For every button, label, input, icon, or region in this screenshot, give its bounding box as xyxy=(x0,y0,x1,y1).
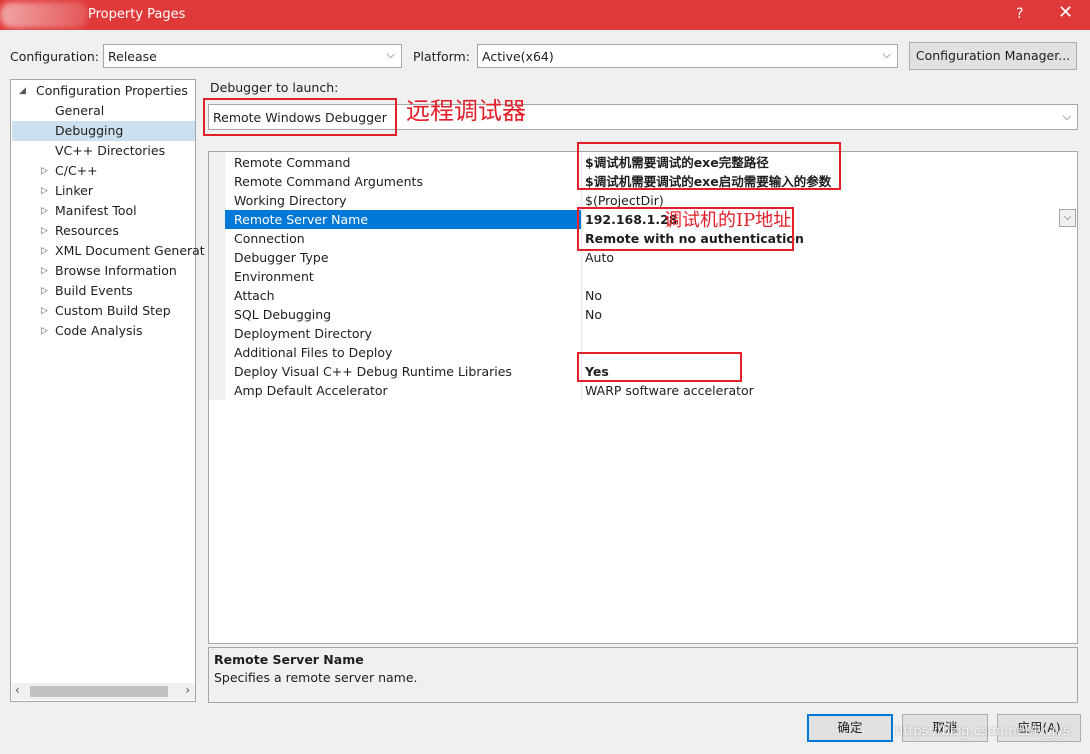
property-row[interactable]: Connection Remote with no authentication xyxy=(225,229,1077,248)
window-title: Property Pages xyxy=(88,7,186,22)
close-button[interactable]: ✕ xyxy=(1058,2,1073,23)
platform-label: Platform: xyxy=(413,49,470,64)
configuration-value: Release xyxy=(108,49,157,64)
property-value[interactable]: Yes xyxy=(585,362,609,381)
expand-triangle-icon[interactable]: ▷ xyxy=(41,161,48,181)
tree-item-label: Resources xyxy=(55,223,119,238)
property-value[interactable]: $调试机需要调试的exe启动需要输入的参数 xyxy=(585,172,831,191)
title-bar: Property Pages ? ✕ xyxy=(0,0,1090,30)
property-tree[interactable]: ◢ Configuration Properties General Debugg… xyxy=(10,79,205,702)
tree-item-label: Code Analysis xyxy=(55,323,143,338)
property-row[interactable]: Remote Server Name 192.168.1.28 xyxy=(225,210,1077,229)
expand-triangle-icon[interactable]: ▷ xyxy=(41,201,48,221)
property-row[interactable]: SQL Debugging No xyxy=(225,305,1077,324)
expand-triangle-icon[interactable]: ▷ xyxy=(41,241,48,261)
scroll-left-icon[interactable]: ‹ xyxy=(15,683,20,697)
scrollbar-thumb[interactable] xyxy=(30,686,168,697)
tree-item-label: Browse Information xyxy=(55,263,177,278)
expand-triangle-icon[interactable]: ▷ xyxy=(41,221,48,241)
property-name: Attach xyxy=(234,288,275,303)
property-name: Additional Files to Deploy xyxy=(234,345,393,360)
property-name: SQL Debugging xyxy=(234,307,332,322)
scroll-right-icon[interactable]: › xyxy=(185,683,190,697)
description-text: Specifies a remote server name. xyxy=(214,670,418,685)
property-name: Remote Server Name xyxy=(234,212,369,227)
property-name: Connection xyxy=(234,231,305,246)
property-value[interactable]: $调试机需要调试的exe完整路径 xyxy=(585,153,769,172)
property-name: Working Directory xyxy=(234,193,347,208)
app-icon xyxy=(0,2,88,28)
property-row[interactable]: Attach No xyxy=(225,286,1077,305)
description-title: Remote Server Name xyxy=(214,652,364,667)
property-row[interactable]: Deployment Directory xyxy=(225,324,1077,343)
property-row[interactable]: Additional Files to Deploy xyxy=(225,343,1077,362)
tree-item-label: C/C++ xyxy=(55,163,98,178)
tree-item-label: XML Document Generat xyxy=(55,243,205,258)
tree-horizontal-scrollbar[interactable]: ‹ › xyxy=(12,683,195,700)
property-row[interactable]: Environment xyxy=(225,267,1077,286)
property-grid[interactable]: Remote Command $调试机需要调试的exe完整路径 Remote Com… xyxy=(208,151,1078,644)
property-name: Remote Command Arguments xyxy=(234,174,423,189)
property-name: Environment xyxy=(234,269,314,284)
property-name: Deployment Directory xyxy=(234,326,373,341)
property-value[interactable]: $(ProjectDir) xyxy=(585,191,664,210)
property-value[interactable]: No xyxy=(585,305,602,324)
ok-button[interactable]: 确定 xyxy=(807,714,893,742)
watermark: https://blog.csdn.net/lv_jys xyxy=(895,724,1070,739)
chevron-down-icon: ⌵ xyxy=(882,48,891,61)
platform-value: Active(x64) xyxy=(482,49,554,64)
property-value[interactable]: Auto xyxy=(585,248,614,267)
property-row[interactable]: Remote Command Arguments $调试机需要调试的exe启动需要… xyxy=(225,172,1077,191)
help-button[interactable]: ? xyxy=(1016,6,1023,22)
property-name: Amp Default Accelerator xyxy=(234,383,388,398)
chevron-down-icon: ⌵ xyxy=(386,48,395,61)
property-value[interactable]: No xyxy=(585,286,602,305)
description-panel: Remote Server Name Specifies a remote se… xyxy=(208,647,1078,703)
property-name: Deploy Visual C++ Debug Runtime Librarie… xyxy=(234,364,512,379)
property-name: Debugger Type xyxy=(234,250,329,265)
tree-item-label: Manifest Tool xyxy=(55,203,137,218)
property-row[interactable]: Working Directory $(ProjectDir) xyxy=(225,191,1077,210)
expand-triangle-icon[interactable]: ▷ xyxy=(41,181,48,201)
tree-item-label: Debugging xyxy=(55,123,124,138)
property-name: Remote Command xyxy=(234,155,351,170)
expand-triangle-icon[interactable]: ▷ xyxy=(41,321,48,341)
expand-triangle-icon[interactable]: ▷ xyxy=(41,261,48,281)
debugger-dropdown[interactable]: Remote Windows Debugger ⌵ xyxy=(208,104,1078,130)
tree-root-label: Configuration Properties xyxy=(36,83,188,98)
expanded-triangle-icon[interactable]: ◢ xyxy=(19,81,26,101)
tree-item-label: Custom Build Step xyxy=(55,303,171,318)
debugger-value: Remote Windows Debugger xyxy=(213,110,387,125)
expand-triangle-icon[interactable]: ▷ xyxy=(41,281,48,301)
configuration-dropdown[interactable]: Release ⌵ xyxy=(103,44,402,68)
chevron-down-icon: ⌵ xyxy=(1062,110,1071,123)
tree-item-label: VC++ Directories xyxy=(55,143,166,158)
configuration-manager-button[interactable]: Configuration Manager... xyxy=(909,42,1077,70)
tree-item-label: Build Events xyxy=(55,283,133,298)
annotation-ip-address: 调试机的IP地址 xyxy=(664,210,792,231)
property-row[interactable]: Amp Default Accelerator WARP software acc… xyxy=(225,381,1077,400)
debugger-launch-label: Debugger to launch: xyxy=(210,80,339,95)
value-dropdown-button[interactable]: ⌵ xyxy=(1059,209,1076,227)
platform-dropdown[interactable]: Active(x64) ⌵ xyxy=(477,44,898,68)
property-row[interactable]: Remote Command $调试机需要调试的exe完整路径 xyxy=(225,153,1077,172)
tree-item-label: General xyxy=(55,103,105,118)
tree-item-label: Linker xyxy=(55,183,93,198)
grid-gutter xyxy=(209,152,225,400)
expand-triangle-icon[interactable]: ▷ xyxy=(41,301,48,321)
property-value[interactable]: WARP software accelerator xyxy=(585,381,754,400)
property-row[interactable]: Debugger Type Auto xyxy=(225,248,1077,267)
property-row[interactable]: Deploy Visual C++ Debug Runtime Librarie… xyxy=(225,362,1077,381)
configuration-label: Configuration: xyxy=(10,49,99,64)
annotation-remote-debugger: 远程调试器 xyxy=(406,97,526,125)
